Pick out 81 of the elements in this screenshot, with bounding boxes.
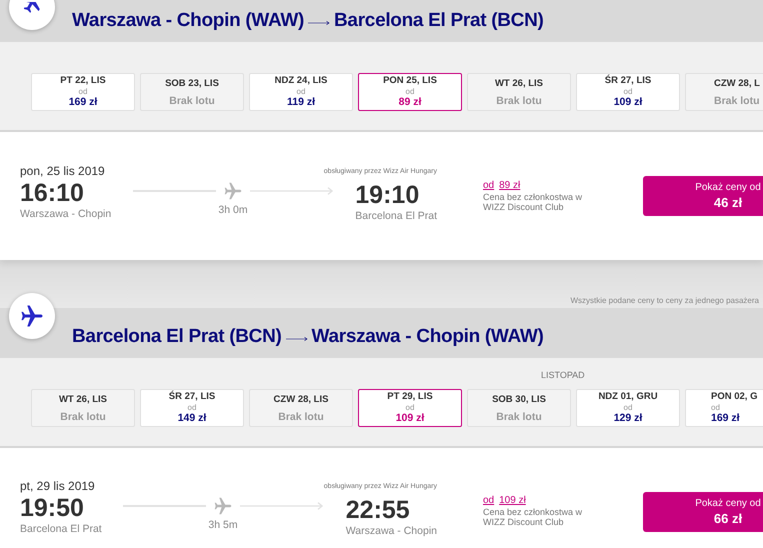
date-text: SOB 23, LIS — [165, 78, 219, 90]
date-text: ŚR 27, LIS — [168, 391, 216, 403]
departure-airport: Barcelona El Prat — [20, 523, 103, 535]
date-text: SOB 30, LIS — [492, 394, 546, 406]
date-text: CZW 28, L — [714, 78, 760, 90]
flight-date: pt, 29 lis 2019 — [20, 479, 96, 493]
date-text: ŚR 27, LIS — [604, 75, 652, 87]
departure-time: 16:10 — [20, 178, 85, 208]
arrival-time: 19:10 — [355, 180, 420, 210]
route-destination: Warszawa - Chopin (WAW) — [312, 326, 544, 348]
flight-duration: 3h 5m — [208, 519, 238, 531]
price-note-text: Wszystkie podane ceny to ceny za jednego pasażera — [570, 296, 759, 305]
from-label: od — [78, 87, 88, 96]
date-card[interactable]: NDZ 01, GRU od 129 zł — [576, 389, 680, 427]
plane-icon — [24, 2, 40, 14]
show-prices-button[interactable]: Pokaż ceny od 66 zł — [643, 492, 763, 532]
from-label: od — [711, 403, 720, 412]
membership-note: Cena bez członkostwa w WIZZ Discount Club — [483, 507, 584, 527]
from-label: od — [188, 403, 196, 412]
price-text: 169 zł — [711, 412, 740, 425]
date-card[interactable]: PT 29, LIS od 109 zł — [358, 389, 462, 427]
date-text: PON 02, G — [711, 391, 758, 403]
plane-icon — [222, 180, 244, 202]
date-text: CZW 28, LIS — [274, 394, 328, 406]
price-text: 89 zł — [398, 96, 422, 109]
date-card[interactable]: SOB 23, LIS Brak lotu — [140, 73, 244, 111]
date-card[interactable]: PON 25, LIS od 89 zł — [358, 73, 462, 111]
membership-note: Cena bez członkostwa w WIZZ Discount Club — [483, 192, 584, 212]
date-card[interactable]: PON 02, G od 169 zł — [685, 389, 763, 427]
arrow-icon — [308, 19, 330, 27]
from-label: od — [406, 87, 414, 96]
route-origin: Barcelona El Prat (BCN) — [72, 326, 282, 348]
date-text: PT 29, LIS — [387, 391, 433, 403]
date-card[interactable]: WT 26, LIS Brak lotu — [467, 73, 571, 111]
departure-airport: Warszawa - Chopin — [20, 208, 112, 220]
month-label: LISTOPAD — [541, 370, 585, 380]
price-text: 129 zł — [614, 412, 642, 425]
no-flight-text: Brak lotu — [714, 94, 760, 106]
from-label: od — [296, 87, 306, 96]
price-text: 119 zł — [286, 96, 316, 109]
date-text: WT 26, LIS — [494, 78, 544, 90]
date-card[interactable]: CZW 28, LIS Brak lotu — [249, 389, 353, 427]
date-text: NDZ 24, LIS — [274, 75, 328, 87]
price-text: 109 zł — [614, 96, 642, 109]
show-prices-button[interactable]: Pokaż ceny od 46 zł — [643, 176, 763, 216]
arrow-icon — [286, 335, 308, 343]
date-card[interactable]: NDZ 24, LIS od 119 zł — [249, 73, 353, 111]
no-flight-text: Brak lotu — [278, 410, 324, 422]
from-label: od — [624, 87, 632, 96]
price-text: 109 zł — [396, 412, 424, 425]
date-card[interactable]: CZW 28, L Brak lotu — [685, 73, 763, 111]
plane-icon — [212, 495, 234, 517]
date-text: PT 22, LIS — [60, 75, 106, 87]
no-flight-text: Brak lotu — [60, 410, 106, 422]
no-flight-text: Brak lotu — [496, 94, 542, 106]
date-text: WT 26, LIS — [58, 394, 108, 406]
arrival-time: 22:55 — [346, 495, 411, 525]
no-flight-text: Brak lotu — [496, 410, 542, 422]
flight-date: pon, 25 lis 2019 — [20, 164, 106, 178]
price-link[interactable]: 89 zł — [499, 180, 520, 191]
date-text: NDZ 01, GRU — [598, 391, 658, 403]
route-destination: Barcelona El Prat (BCN) — [334, 10, 544, 32]
date-card[interactable]: ŚR 27, LIS od 149 zł — [140, 389, 244, 427]
route-origin: Warszawa - Chopin (WAW) — [72, 10, 304, 32]
date-card[interactable]: SOB 30, LIS Brak lotu — [467, 389, 571, 427]
date-text: PON 25, LIS — [383, 75, 437, 87]
arrival-airport: Barcelona El Prat — [355, 210, 437, 222]
from-label: od — [406, 403, 414, 412]
date-card[interactable]: ŚR 27, LIS od 109 zł — [576, 73, 680, 111]
departure-time: 19:50 — [20, 493, 85, 523]
price-text: 169 zł — [68, 96, 98, 109]
date-card[interactable]: WT 26, LIS Brak lotu — [31, 389, 135, 427]
price-link[interactable]: 109 zł — [499, 495, 526, 506]
arrival-airport: Warszawa - Chopin — [346, 525, 437, 537]
price-text: 149 zł — [178, 412, 206, 425]
flight-duration: 3h 0m — [218, 204, 248, 216]
from-link[interactable]: od — [483, 495, 494, 506]
from-link[interactable]: od — [483, 180, 494, 191]
date-card[interactable]: PT 22, LIS od 169 zł — [31, 73, 135, 111]
from-label: od — [624, 403, 632, 412]
no-flight-text: Brak lotu — [169, 94, 215, 106]
